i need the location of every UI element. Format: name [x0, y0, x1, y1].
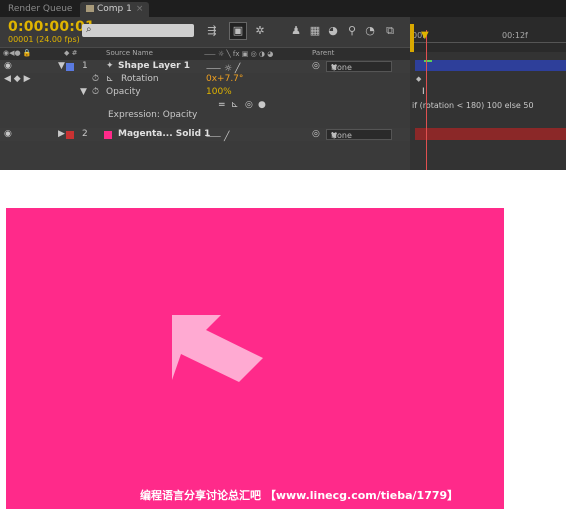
parent-pickwhip-icon[interactable]: ◎: [312, 61, 320, 71]
tab-comp-label: Comp 1: [97, 4, 132, 14]
current-time-indicator[interactable]: [426, 30, 427, 170]
frame-count-display: 00001 (24.00 fps): [8, 35, 80, 44]
time-ruler[interactable]: 00f 00:12f: [410, 28, 566, 43]
opacity-value[interactable]: 100%: [206, 87, 232, 97]
parent-header[interactable]: Parent: [312, 49, 334, 57]
rotation-label: Rotation: [121, 74, 159, 84]
keyframe-navigator-icon[interactable]: ◀ ◆ ▶: [4, 74, 31, 84]
stopwatch-icon[interactable]: ⏱: [92, 87, 99, 97]
current-time-indicator-handle[interactable]: ▼: [421, 30, 431, 41]
layer-name[interactable]: Magenta... Solid 1: [118, 129, 210, 139]
label-column-icon: ◆ #: [64, 49, 78, 57]
expression-label-row: Expression: Opacity: [0, 109, 410, 122]
layer-index: 1: [82, 61, 88, 71]
brainstorm-icon[interactable]: ◔: [361, 22, 379, 40]
layer-row[interactable]: ◉ ▼ 1 ✦ Shape Layer 1 ⸺ ☼ ╱ ◎ None ▼: [0, 60, 410, 74]
source-name-header[interactable]: Source Name: [106, 49, 153, 57]
visibility-eye-icon[interactable]: ◉: [4, 61, 12, 71]
arrow-shape[interactable]: [172, 315, 263, 382]
tab-render-queue[interactable]: Render Queue: [2, 2, 78, 17]
row-spacer: [0, 122, 410, 127]
shy-layers-icon[interactable]: ♟: [287, 22, 305, 40]
work-area-start-handle[interactable]: [410, 24, 414, 52]
motion-blur-icon[interactable]: ◕: [324, 22, 342, 40]
rotation-value[interactable]: 0x+7.7°: [206, 74, 243, 84]
watermark: 编程语言分享讨论总汇吧 【www.linecg.com/tieba/1779】: [140, 489, 459, 502]
tab-comp-1[interactable]: Comp 1 ×: [80, 2, 150, 17]
property-row-opacity[interactable]: ▼ ⏱ Opacity 100%: [0, 86, 410, 99]
switches-header: ⸺ ☼ ╲ fx ▣ ◎ ◑ ◕: [204, 50, 274, 58]
draft-3d-icon[interactable]: ✲: [251, 22, 269, 40]
parent-pickwhip-icon[interactable]: ◎: [312, 129, 320, 139]
shape-layer-icon: ✦: [106, 61, 114, 71]
comp-canvas: [172, 315, 263, 382]
twirl-open-icon[interactable]: ▼: [80, 87, 87, 97]
composition-viewer[interactable]: [6, 208, 504, 509]
graph-icon[interactable]: ⊾: [106, 74, 114, 84]
graph-editor-icon[interactable]: ⚲: [343, 22, 361, 40]
panel-tab-bar: Render Queue Comp 1 ×: [0, 0, 566, 17]
twirl-open-icon[interactable]: ▼: [58, 61, 65, 71]
layer-row[interactable]: ◉ ▶ 2 Magenta... Solid 1 ⸺ ╱ ◎ None ▼: [0, 128, 410, 142]
layer-search-input[interactable]: ⌕: [82, 24, 194, 37]
layer-index: 2: [82, 129, 88, 139]
expression-field[interactable]: if (rotation < 180) 100 else 50: [412, 101, 534, 110]
search-icon: ⌕: [86, 24, 92, 35]
frame-blending-icon[interactable]: ▦: [306, 22, 324, 40]
close-icon[interactable]: ×: [136, 4, 144, 14]
layer-name[interactable]: Shape Layer 1: [118, 61, 190, 71]
live-update-icon[interactable]: ▣: [229, 22, 247, 40]
layer-switches[interactable]: ⸺ ╱: [206, 129, 229, 142]
property-row-rotation[interactable]: ◀ ◆ ▶ ⏱ ⊾ Rotation 0x+7.7°: [0, 73, 410, 86]
tab-render-queue-label: Render Queue: [8, 4, 73, 14]
twirl-closed-icon[interactable]: ▶: [58, 129, 65, 139]
expression-cursor-icon: I: [422, 87, 425, 97]
av-features-icons: ◉◀● 🔒: [3, 49, 32, 57]
ruler-mark-label: 00:12f: [502, 31, 528, 40]
opacity-label: Opacity: [106, 87, 141, 97]
layer-duration-bar[interactable]: [415, 128, 566, 140]
timeline-panel: Render Queue Comp 1 × 0:00:00:01 00001 (2…: [0, 0, 566, 170]
auto-keyframe-icon[interactable]: ⧉: [381, 22, 399, 40]
keyframe-icon[interactable]: ◆: [416, 75, 421, 83]
comp-mini-flowchart-icon[interactable]: ⇶: [203, 22, 221, 40]
expression-label: Expression: Opacity: [108, 110, 198, 120]
layer-column-header: ◉◀● 🔒 ◆ # Source Name ⸺ ☼ ╲ fx ▣ ◎ ◑ ◕ P…: [0, 47, 410, 61]
visibility-eye-icon[interactable]: ◉: [4, 129, 12, 139]
stopwatch-icon[interactable]: ⏱: [92, 74, 99, 84]
layer-duration-bar[interactable]: [415, 60, 566, 71]
parent-dropdown[interactable]: None ▼: [326, 129, 392, 140]
comp-icon: [86, 5, 94, 12]
parent-dropdown[interactable]: None ▼: [326, 61, 392, 72]
